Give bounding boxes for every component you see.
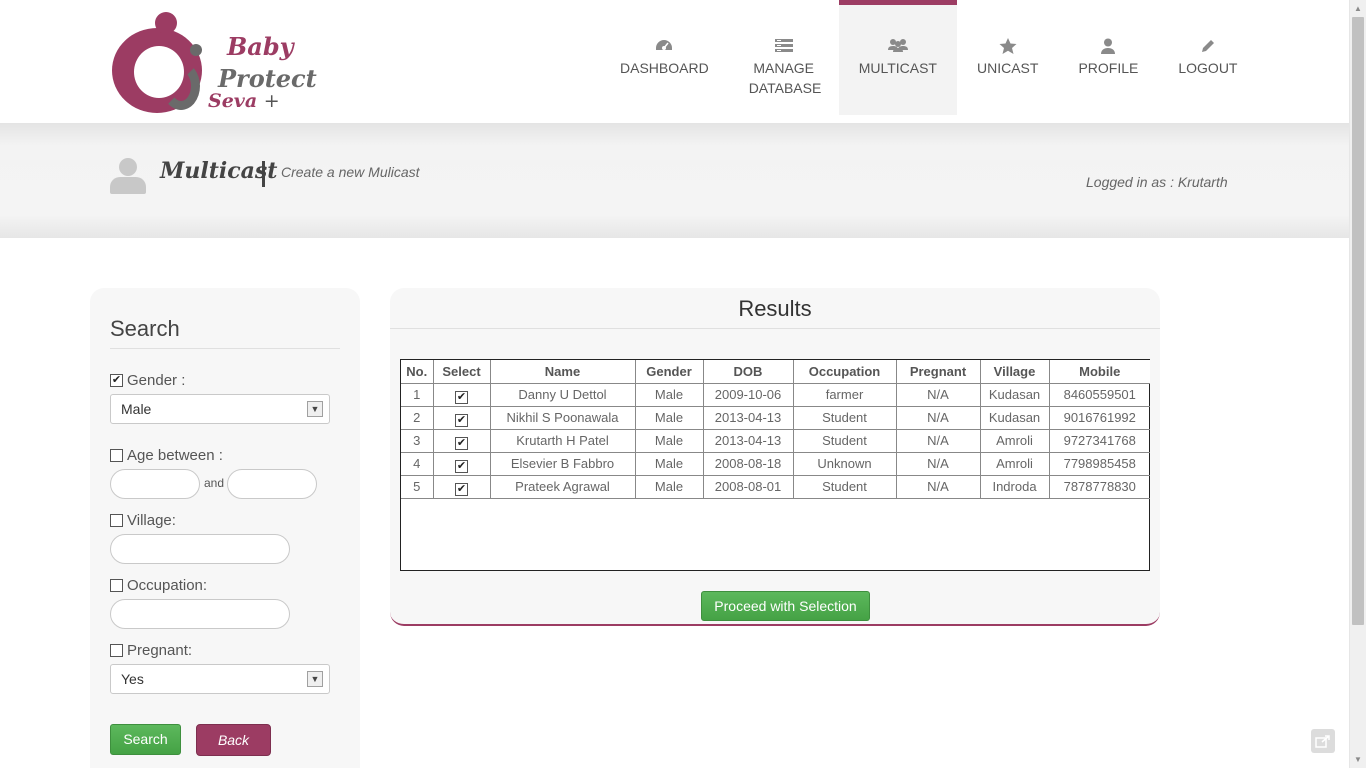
dashboard-icon	[620, 38, 709, 58]
column-header: Occupation	[792, 360, 897, 384]
page-title: Multicast	[160, 158, 278, 184]
logged-in-user: Logged in as : Krutarth	[1086, 174, 1228, 190]
nav-multicast[interactable]: MULTICAST	[838, 0, 957, 115]
age-label: Age between :	[127, 447, 223, 464]
nav-multicast-label: MULTICAST	[858, 60, 937, 76]
page-banner: Multicast Create a new Mulicast Logged i…	[0, 123, 1349, 238]
nav-profile[interactable]: PROFILE	[1058, 0, 1158, 115]
pregnant-select[interactable]: Yes ▼	[110, 664, 330, 694]
gender-label: Gender :	[127, 372, 186, 389]
row-select-checkbox[interactable]: ✔	[455, 391, 468, 404]
back-button[interactable]: Back	[196, 724, 271, 756]
baby-protect-logo[interactable]: Baby Protect Seva +	[112, 10, 317, 115]
column-header: Pregnant	[895, 360, 981, 384]
occupation-label: Occupation:	[127, 577, 208, 594]
table-header-row: No. Select Name Gender DOB Occupation Pr…	[401, 360, 1150, 384]
share-icon[interactable]	[1311, 729, 1335, 753]
results-heading: Results	[738, 296, 812, 321]
row-select-checkbox[interactable]: ✔	[455, 414, 468, 427]
nav-unicast[interactable]: UNICAST	[957, 0, 1058, 115]
star-icon	[977, 38, 1038, 58]
table-row: 4 ✔ Elsevier B Fabbro Male 2008-08-18 Un…	[401, 451, 1150, 476]
village-input[interactable]	[110, 534, 290, 564]
age-to-input[interactable]	[227, 469, 317, 499]
results-table: No. Select Name Gender DOB Occupation Pr…	[401, 360, 1150, 499]
group-icon	[859, 38, 937, 58]
table-row: 2 ✔ Nikhil S Poonawala Male 2013-04-13 S…	[401, 405, 1150, 430]
row-select-checkbox[interactable]: ✔	[455, 437, 468, 450]
row-select-checkbox[interactable]: ✔	[455, 483, 468, 496]
nav-logout-label: LOGOUT	[1178, 60, 1238, 76]
database-icon	[749, 38, 819, 58]
nav-unicast-label: UNICAST	[977, 60, 1039, 76]
nav-dashboard[interactable]: DASHBOARD	[600, 0, 729, 115]
scroll-down-icon[interactable]: ▼	[1350, 751, 1366, 768]
nav-dashboard-label: DASHBOARD	[620, 60, 709, 76]
occupation-input[interactable]	[110, 599, 290, 629]
scroll-up-icon[interactable]: ▲	[1350, 0, 1366, 17]
search-panel: Search ✔ Gender : Male ▼ Age between : a…	[90, 288, 360, 768]
age-checkbox[interactable]	[110, 449, 123, 462]
search-button[interactable]: Search	[110, 724, 181, 755]
column-header: Gender	[634, 360, 704, 384]
user-icon	[1078, 38, 1138, 58]
village-checkbox[interactable]	[110, 514, 123, 527]
nav-manage-database[interactable]: MANAGE DATABASE	[729, 0, 839, 115]
nav-logout[interactable]: LOGOUT	[1158, 0, 1257, 115]
person-icon	[110, 158, 146, 194]
search-heading: Search	[110, 316, 180, 341]
table-row: 5 ✔ Prateek Agrawal Male 2008-08-01 Stud…	[401, 474, 1150, 499]
column-header: Select	[432, 360, 491, 384]
pregnant-label: Pregnant:	[127, 642, 193, 659]
column-header: Mobile	[1048, 360, 1150, 384]
divider	[110, 348, 340, 349]
nav-profile-label: PROFILE	[1078, 60, 1139, 76]
column-header: Name	[489, 360, 636, 384]
vertical-scrollbar[interactable]: ▲ ▼	[1349, 0, 1366, 768]
occupation-checkbox[interactable]	[110, 579, 123, 592]
column-header: DOB	[702, 360, 794, 384]
proceed-with-selection-button[interactable]: Proceed with Selection	[701, 591, 870, 621]
scrollbar-thumb[interactable]	[1352, 17, 1364, 625]
pencil-icon	[1178, 38, 1237, 58]
divider	[390, 328, 1160, 329]
age-from-input[interactable]	[110, 469, 200, 499]
title-divider	[262, 161, 265, 187]
village-label: Village:	[127, 512, 176, 529]
chevron-down-icon: ▼	[307, 671, 323, 687]
table-row: 3 ✔ Krutarth H Patel Male 2013-04-13 Stu…	[401, 428, 1150, 453]
logo-text-line3: Seva +	[208, 90, 280, 112]
logo-text-line2: Protect	[218, 64, 317, 93]
logo-text-line1: Baby	[227, 32, 294, 61]
page-subtitle: Create a new Mulicast	[281, 164, 420, 180]
main-nav: DASHBOARD MANAGE DATABASE MULTICAST UNIC…	[600, 0, 1257, 115]
nav-manage-database-label: MANAGE DATABASE	[748, 60, 822, 96]
pregnant-checkbox[interactable]	[110, 644, 123, 657]
column-header: No.	[401, 360, 434, 384]
gender-checkbox[interactable]: ✔	[110, 374, 123, 387]
gender-select[interactable]: Male ▼	[110, 394, 330, 424]
results-panel: Results No. Select Name Gender DOB Occup…	[390, 288, 1160, 626]
row-select-checkbox[interactable]: ✔	[455, 460, 468, 473]
results-table-container: No. Select Name Gender DOB Occupation Pr…	[400, 359, 1150, 621]
header: Baby Protect Seva + DASHBOARD MANAGE DAT…	[0, 0, 1349, 123]
table-row: 1 ✔ Danny U Dettol Male 2009-10-06 farme…	[401, 382, 1150, 407]
and-label: and	[204, 476, 225, 490]
chevron-down-icon: ▼	[307, 401, 323, 417]
column-header: Village	[979, 360, 1050, 384]
